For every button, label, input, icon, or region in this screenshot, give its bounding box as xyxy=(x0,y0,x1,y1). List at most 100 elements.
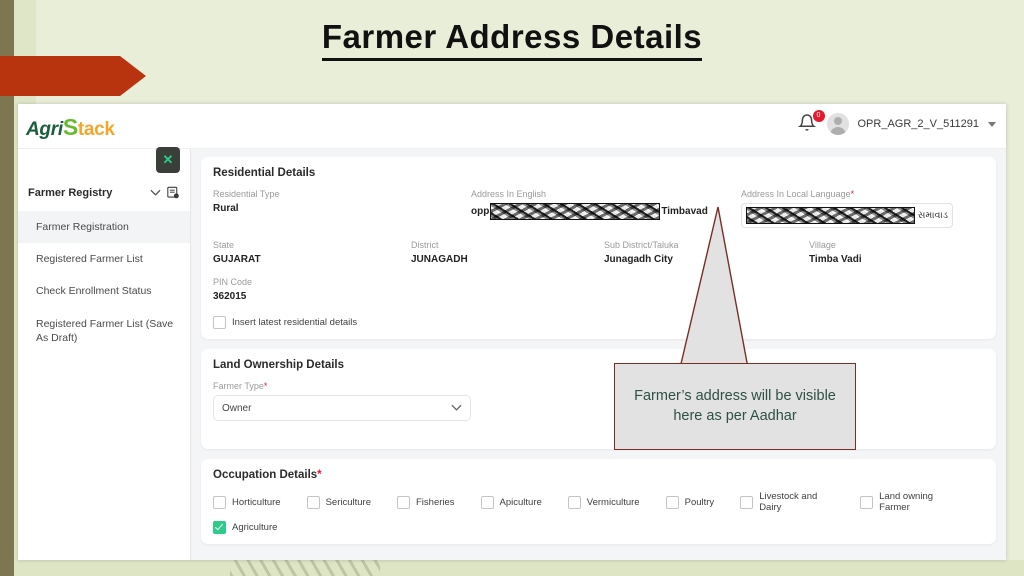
address-local-input[interactable]: સમાવાડ xyxy=(741,203,953,228)
sidebar-group-farmer-registry[interactable]: Farmer Registry xyxy=(28,186,180,200)
state-label: State xyxy=(213,240,235,250)
occupation-option-horticulture[interactable]: Horticulture xyxy=(213,495,281,509)
slide-canvas: Farmer Address Details AgriStack 0 OPR_A… xyxy=(0,0,1024,576)
insert-latest-residential-details-row[interactable]: Insert latest residential details xyxy=(213,316,984,329)
sidebar: ✕ Farmer Registry Farmer Registration Re… xyxy=(18,147,191,560)
chevron-down-icon[interactable] xyxy=(150,189,161,197)
slide-bottom-band xyxy=(14,560,1024,576)
field-address-local: Address In Local Language* સમાવાડ xyxy=(741,189,989,228)
sidebar-item-registered-farmer-list[interactable]: Registered Farmer List xyxy=(18,243,190,275)
app-window: AgriStack 0 OPR_AGR_2_V_511291 ✕ Farmer … xyxy=(18,104,1006,560)
logo-text-agri: Agri xyxy=(26,119,63,140)
occupation-option-livestock-and-dairy[interactable]: Livestock and Dairy xyxy=(740,491,834,513)
residential-details-title: Residential Details xyxy=(213,167,316,179)
residential-row-1: Residential Type Rural Address In Englis… xyxy=(213,189,984,228)
occupation-label-agriculture: Agriculture xyxy=(232,522,278,533)
address-local-label: Address In Local Language* xyxy=(741,189,981,199)
village-value: Timba Vadi xyxy=(809,254,862,265)
occupation-option-agriculture[interactable]: Agriculture xyxy=(213,521,277,534)
insert-latest-residential-details-label: Insert latest residential details xyxy=(232,317,358,328)
occupation-checkbox-apiculture[interactable] xyxy=(480,495,494,509)
chevron-down-icon xyxy=(451,404,462,411)
occupation-checkbox-livestock-and-dairy[interactable] xyxy=(740,495,754,509)
farmer-type-required-mark: * xyxy=(263,381,268,391)
pin-code-label: PIN Code xyxy=(213,277,253,287)
app-header: AgriStack 0 OPR_AGR_2_V_511291 xyxy=(18,104,1006,149)
field-address-english: Address In English opp Timbavad xyxy=(471,189,741,228)
field-district: District JUNAGADH xyxy=(411,240,604,265)
occupation-details-title-text: Occupation Details xyxy=(213,469,318,481)
page-title-text: Farmer Address Details xyxy=(321,18,703,61)
main-content: Residential Details Residential Type Rur… xyxy=(191,149,1006,560)
sidebar-menu: Farmer Registration Registered Farmer Li… xyxy=(18,211,190,354)
land-ownership-card: Land Ownership Details Farmer Type* Owne… xyxy=(201,349,996,449)
address-local-required-mark: * xyxy=(850,189,855,199)
occupation-option-vermiculture[interactable]: Vermiculture xyxy=(567,495,640,509)
sidebar-close-button[interactable]: ✕ xyxy=(156,147,180,173)
occupation-checkbox-poultry[interactable] xyxy=(665,495,679,509)
callout-text: Farmer’s address will be visible here as… xyxy=(634,387,836,424)
sidebar-item-farmer-registration[interactable]: Farmer Registration xyxy=(18,211,190,244)
occupation-option-poultry[interactable]: Poultry xyxy=(665,495,715,509)
subdistrict-value: Junagadh City xyxy=(604,254,673,265)
page-title: Farmer Address Details xyxy=(0,18,1024,61)
address-english-prefix: opp xyxy=(471,206,490,217)
field-residential-type: Residential Type Rural xyxy=(213,189,471,228)
slide-bottom-stripes xyxy=(230,560,380,576)
address-english-redacted xyxy=(490,203,661,220)
occupation-option-sericulture[interactable]: Sericulture xyxy=(306,495,371,509)
document-settings-icon[interactable] xyxy=(167,186,180,200)
insert-latest-residential-details-checkbox[interactable] xyxy=(213,316,226,329)
occupation-option-apiculture[interactable]: Apiculture xyxy=(480,495,542,509)
occupation-label-poultry: Poultry xyxy=(684,496,715,508)
occupation-label-apiculture: Apiculture xyxy=(499,496,542,508)
occupation-checkbox-sericulture[interactable] xyxy=(306,495,320,509)
occupation-option-land-owning-farmer[interactable]: Land owning Farmer xyxy=(860,491,958,513)
district-label: District xyxy=(411,240,439,250)
village-label: Village xyxy=(809,240,836,250)
notification-bell-button[interactable]: 0 xyxy=(797,110,825,135)
slide-arrow-banner xyxy=(0,56,120,96)
address-english-suffix: Timbavad xyxy=(661,206,708,217)
occupation-checkbox-fisheries[interactable] xyxy=(397,495,410,509)
residential-type-label: Residential Type xyxy=(213,189,280,199)
logo-text-s: S xyxy=(62,114,78,140)
address-local-redacted xyxy=(746,207,915,224)
state-value: GUJARAT xyxy=(213,254,261,265)
address-english-value[interactable]: opp Timbavad xyxy=(471,203,733,220)
address-local-label-text: Address In Local Language xyxy=(741,189,851,199)
occupation-label-fisheries: Fisheries xyxy=(416,496,455,508)
callout-box: Farmer’s address will be visible here as… xyxy=(614,363,856,450)
farmer-type-select[interactable]: Owner xyxy=(213,395,471,421)
header-actions: 0 OPR_AGR_2_V_511291 xyxy=(797,110,996,135)
notification-badge: 0 xyxy=(812,110,825,122)
username-label: OPR_AGR_2_V_511291 xyxy=(857,118,980,130)
occupation-checkbox-horticulture[interactable] xyxy=(213,495,226,509)
farmer-type-value: Owner xyxy=(222,402,252,414)
sidebar-group-label: Farmer Registry xyxy=(28,187,113,199)
occupation-details-title: Occupation Details* xyxy=(213,469,984,481)
occupation-checkbox-land-owning-farmer[interactable] xyxy=(860,495,874,509)
slide-arrow-head xyxy=(120,56,146,96)
field-pin-code: PIN Code 362015 xyxy=(213,277,984,302)
sidebar-item-check-enrollment-status[interactable]: Check Enrollment Status xyxy=(18,275,190,307)
occupation-label-vermiculture: Vermiculture xyxy=(586,496,640,508)
address-local-suffix: સમાવાડ xyxy=(917,210,948,221)
field-subdistrict: Sub District/Taluka Junagadh City xyxy=(604,240,809,265)
field-village: Village Timba Vadi xyxy=(809,240,984,265)
sidebar-item-registered-farmer-list-draft[interactable]: Registered Farmer List (Save As Draft) xyxy=(18,308,190,354)
user-avatar[interactable] xyxy=(826,113,849,135)
occupation-option-fisheries[interactable]: Fisheries xyxy=(397,495,455,509)
occupation-row-2: Agriculture xyxy=(213,521,984,534)
app-body: ✕ Farmer Registry Farmer Registration Re… xyxy=(18,147,1006,560)
agristack-logo: AgriStack xyxy=(26,114,115,141)
occupation-checkbox-agriculture[interactable] xyxy=(213,521,226,534)
occupation-checkbox-vermiculture[interactable] xyxy=(567,495,581,509)
chevron-down-icon[interactable] xyxy=(988,121,996,127)
occupation-details-card: Occupation Details* Horticulture Sericul… xyxy=(201,459,996,544)
address-english-label: Address In English xyxy=(471,189,547,199)
land-ownership-title: Land Ownership Details xyxy=(213,359,344,371)
residential-type-value: Rural xyxy=(213,203,239,214)
occupation-label-livestock-and-dairy: Livestock and Dairy xyxy=(759,491,818,513)
logo-text-tack: tack xyxy=(77,119,115,140)
